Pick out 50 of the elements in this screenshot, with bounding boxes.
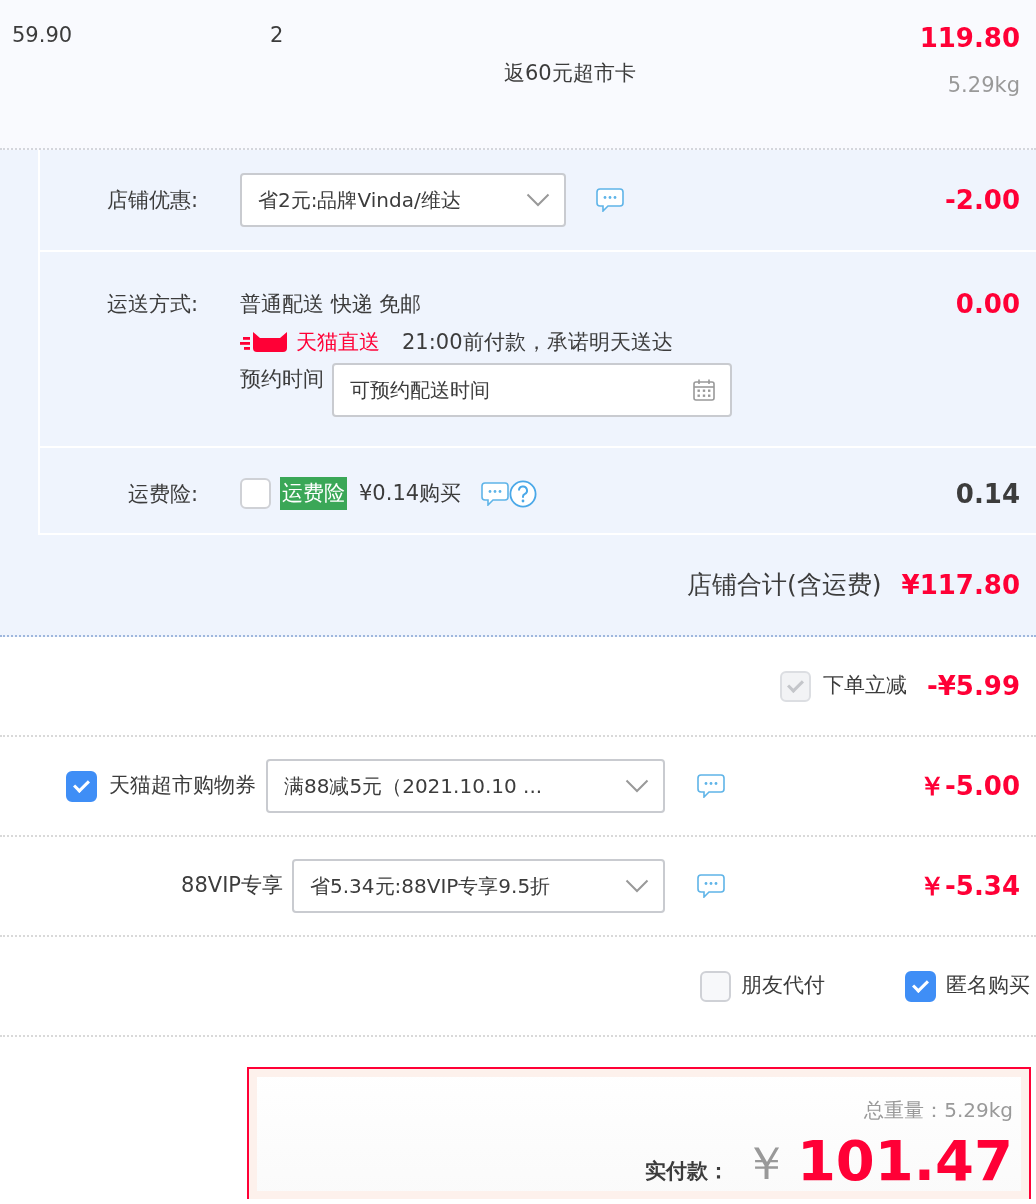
chat-icon[interactable] xyxy=(481,481,510,506)
subtotal-amount: 119.80 xyxy=(919,22,1020,54)
discount-dropdown[interactable]: 省5.34元:88VIP专享9.5折 xyxy=(292,859,665,913)
discount-dropdown[interactable]: 满88减5元（2021.10.10 ... xyxy=(266,759,665,813)
checkbox[interactable] xyxy=(240,478,271,509)
quantity: 2 xyxy=(270,23,284,47)
currency-sign: ￥ xyxy=(742,1135,789,1192)
field-label: 运费险: xyxy=(126,480,198,508)
checkbox[interactable] xyxy=(905,970,936,1002)
chat-icon[interactable] xyxy=(697,774,725,798)
shipping-amount: 0.00 xyxy=(955,288,1020,320)
checkbox[interactable] xyxy=(66,770,97,802)
cat-head-icon xyxy=(240,331,290,353)
calendar-icon xyxy=(692,378,716,402)
chat-icon[interactable] xyxy=(596,188,624,212)
discount-amount: -¥5.99 xyxy=(926,670,1020,702)
help-icon[interactable] xyxy=(509,479,538,508)
chevron-down-icon xyxy=(625,779,649,793)
discount-amount: -2.00 xyxy=(945,184,1020,216)
discount-amount: ￥-5.34 xyxy=(919,870,1020,902)
delivery-badge-text: 天猫直送 xyxy=(296,329,380,356)
schedule-label: 预约时间 xyxy=(240,366,324,393)
shipping-method: 普通配送 快递 免邮 xyxy=(240,292,422,316)
store-total-amount: ¥117.80 xyxy=(901,569,1020,601)
pay-amount: 101.47 xyxy=(796,1129,1013,1193)
option-label: 朋友代付 xyxy=(741,972,825,1000)
total-weight-label: 总重量： xyxy=(864,1097,945,1124)
option-label: 匿名购买 xyxy=(946,972,1030,1000)
pay-label: 实付款： xyxy=(644,1157,729,1185)
discount-label: 天猫超市购物券 xyxy=(109,772,256,800)
chevron-down-icon xyxy=(526,193,550,207)
chevron-down-icon xyxy=(625,879,649,893)
insurance-price: ¥0.14购买 xyxy=(359,479,462,507)
delivery-time-field[interactable]: 可预约配送时间 xyxy=(332,363,732,417)
field-label: 运送方式: xyxy=(105,291,198,318)
insurance-tag: 运费险 xyxy=(280,477,347,510)
checkbox[interactable] xyxy=(700,970,731,1002)
field-label: 店铺优惠: xyxy=(105,187,198,214)
promo-text: 返60元超市卡 xyxy=(504,61,636,85)
store-discount-dropdown[interactable]: 省2元:品牌Vinda/维达 xyxy=(240,173,566,227)
chat-icon[interactable] xyxy=(697,874,725,898)
item-weight: 5.29kg xyxy=(946,72,1020,99)
insurance-amount: 0.14 xyxy=(955,477,1020,510)
total-weight: 5.29kg xyxy=(944,1097,1013,1124)
discount-label: 下单立减 xyxy=(822,672,907,700)
store-total-label: 店铺合计(含运费) xyxy=(687,569,882,602)
discount-label: 88VIP专享 xyxy=(181,872,283,900)
discount-amount: ￥-5.00 xyxy=(919,770,1020,802)
unit-price: 59.90 xyxy=(12,23,73,47)
delivery-promise: 21:00前付款，承诺明天送达 xyxy=(402,329,673,356)
